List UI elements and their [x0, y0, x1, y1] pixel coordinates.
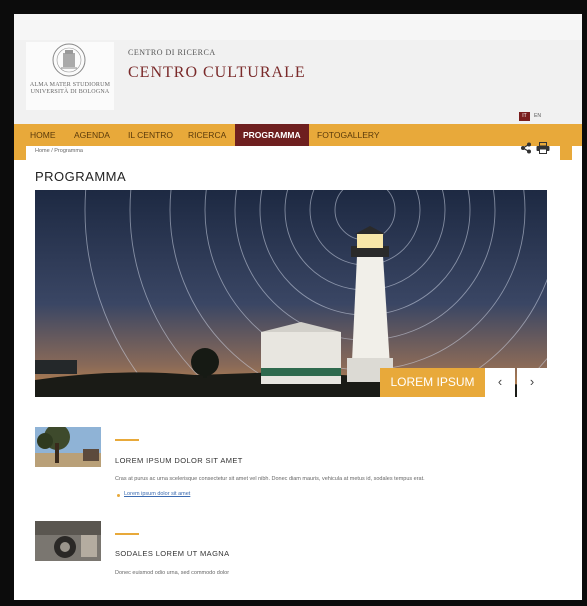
seal-icon: [52, 43, 86, 77]
item-title[interactable]: SODALES LOREM UT MAGNA: [115, 549, 230, 558]
tree-thumbnail-image: [35, 427, 101, 467]
breadcrumb-accent-right: [560, 146, 572, 160]
university-logo[interactable]: ALMA MATER STUDIORUM UNIVERSITÀ DI BOLOG…: [26, 42, 114, 110]
item-thumbnail[interactable]: [35, 427, 101, 467]
breadcrumb-accent-left: [14, 146, 26, 160]
nav-il-centro[interactable]: IL CENTRO: [120, 124, 181, 146]
breadcrumb[interactable]: Home / Programma: [35, 148, 83, 154]
nav-ricerca[interactable]: RICERCA: [180, 124, 234, 146]
share-icon[interactable]: [520, 142, 532, 154]
item-accent-line: [115, 439, 139, 441]
hero-caption[interactable]: LOREM IPSUM: [380, 368, 485, 397]
item-accent-line: [115, 533, 139, 535]
print-icon[interactable]: [536, 142, 550, 154]
page-title: PROGRAMMA: [35, 169, 127, 184]
machine-thumbnail-image: [35, 521, 101, 561]
nav-programma[interactable]: PROGRAMMA: [235, 124, 309, 146]
hero-image: [35, 190, 547, 397]
language-en[interactable]: EN: [532, 112, 543, 121]
university-name-line-2: UNIVERSITÀ DI BOLOGNA: [30, 89, 110, 95]
site-header: ALMA MATER STUDIORUM UNIVERSITÀ DI BOLOG…: [14, 40, 582, 124]
item-thumbnail[interactable]: [35, 521, 101, 561]
nav-fotogallery[interactable]: FOTOGALLERY: [309, 124, 388, 146]
browser-top-strip: [14, 14, 582, 41]
chevron-right-icon[interactable]: ›: [517, 368, 547, 397]
item-title[interactable]: LOREM IPSUM DOLOR SIT AMET: [115, 456, 243, 465]
university-name-line-1: ALMA MATER STUDIORUM: [29, 82, 111, 88]
site-title[interactable]: CENTRO CULTURALE: [128, 64, 306, 82]
item-text: Donec euismod odio urna, sed commodo dol…: [115, 570, 230, 576]
nav-agenda[interactable]: AGENDA: [66, 124, 118, 146]
main-nav: HOME AGENDA IL CENTRO RICERCA PROGRAMMA …: [14, 124, 582, 146]
chevron-left-icon[interactable]: ‹: [485, 368, 515, 397]
lighthouse-image: [35, 190, 547, 397]
page-frame: ALMA MATER STUDIORUM UNIVERSITÀ DI BOLOG…: [14, 14, 582, 600]
site-subtitle: CENTRO DI RICERCA: [128, 48, 216, 57]
item-text: Cras at purus ac urna scelerisque consec…: [115, 476, 425, 482]
nav-home[interactable]: HOME: [22, 124, 64, 146]
bullet-icon: [117, 494, 120, 497]
item-link[interactable]: Lorem ipsum dolor sit amet: [124, 491, 190, 497]
language-it[interactable]: IT: [519, 112, 530, 121]
